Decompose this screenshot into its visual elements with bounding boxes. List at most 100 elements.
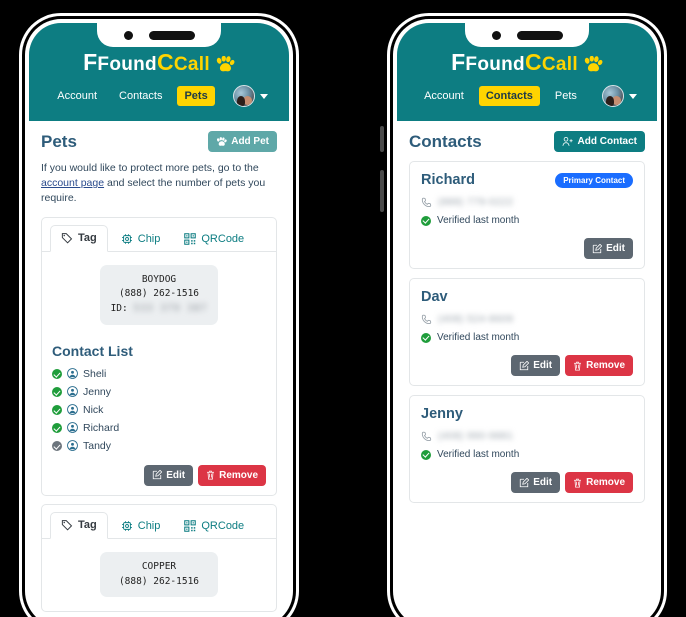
nav-item-account[interactable]: Account <box>50 86 104 106</box>
contact-name: Sheli <box>83 367 107 380</box>
edit-label: Edit <box>533 360 553 371</box>
contact-phone: (888) 779-0222 <box>438 197 514 208</box>
main-nav: Account Contacts Pets <box>29 80 289 113</box>
verified-text: Verified last month <box>437 215 520 226</box>
chevron-down-icon[interactable] <box>628 93 637 99</box>
edit-button[interactable]: Edit <box>511 472 561 493</box>
page-title: Contacts <box>409 131 482 151</box>
pet-tag-plate: COPPER (888) 262-1516 <box>100 551 218 598</box>
remove-label: Remove <box>586 360 625 371</box>
tab-qrcode-label: QRCode <box>201 232 245 245</box>
avatar[interactable] <box>601 85 624 107</box>
contact-card: Richard Primary Contact (888) 779-0222 V… <box>409 161 645 269</box>
edit-button[interactable]: Edit <box>144 464 194 486</box>
logo-text-found: Found <box>465 54 525 75</box>
tab-qrcode[interactable]: QRCode <box>173 513 255 539</box>
volume-up-button[interactable] <box>380 126 384 152</box>
tag-icon <box>61 519 73 531</box>
pet-card: Tag Chip <box>41 216 277 496</box>
qrcode-icon <box>184 232 197 245</box>
add-pet-button[interactable]: Add Pet <box>208 131 277 152</box>
pet-tag-phone: (888) 262-1516 <box>118 288 200 300</box>
contact-phone-row: (888) 779-0222 <box>421 197 633 208</box>
pet-card-actions: Edit Remove <box>42 459 276 495</box>
chip-icon <box>121 233 133 245</box>
add-contact-button[interactable]: Add Contact <box>553 131 645 152</box>
nav-item-pets[interactable]: Pets <box>548 86 584 106</box>
contacts-body: Contacts Add Contact Richard Primary Con… <box>397 121 657 503</box>
verified-check-icon <box>421 332 431 343</box>
contact-phone: (408) 524-8609 <box>438 314 514 325</box>
app-contacts: FFoundCCall Account Contacts Pets Contac… <box>397 23 657 617</box>
account-menu[interactable] <box>601 85 637 107</box>
phone-bezel-inner: FFoundCCall Acco <box>25 19 293 617</box>
speaker-icon <box>516 30 563 40</box>
account-page-link[interactable]: account page <box>41 177 104 189</box>
add-pet-label: Add Pet <box>231 136 269 147</box>
logo-text-call: Call <box>541 54 578 75</box>
tab-tag[interactable]: Tag <box>50 224 108 252</box>
tab-chip[interactable]: Chip <box>110 513 172 539</box>
tab-tag-label: Tag <box>78 231 97 244</box>
edit-label: Edit <box>606 243 625 254</box>
phone-bezel-mid: FFoundCCall Acco <box>22 16 296 617</box>
tab-chip[interactable]: Chip <box>110 226 172 252</box>
add-contact-label: Add Contact <box>577 136 637 147</box>
pets-description: If you would like to protect more pets, … <box>41 161 277 207</box>
pet-tag-phone: (888) 262-1516 <box>118 575 200 587</box>
nav-item-contacts[interactable]: Contacts <box>112 86 169 106</box>
list-item[interactable]: Tandy <box>52 437 266 455</box>
avatar[interactable] <box>232 85 255 107</box>
pet-tag-id-label: ID: <box>110 303 128 315</box>
phone-notch <box>465 23 589 47</box>
list-item[interactable]: Nick <box>52 401 266 419</box>
verified-text: Verified last month <box>437 332 520 343</box>
pets-body: Pets Add Pet If you would like to protec… <box>29 121 289 613</box>
remove-button[interactable]: Remove <box>565 355 633 376</box>
trash-icon <box>573 478 582 488</box>
contact-list-title: Contact List <box>52 342 133 359</box>
edit-icon <box>519 477 530 488</box>
remove-button[interactable]: Remove <box>198 464 266 486</box>
nav-item-pets[interactable]: Pets <box>177 86 215 106</box>
trash-icon <box>206 470 215 480</box>
pets-page-head: Pets Add Pet <box>41 131 277 152</box>
contact-phone-row: (408) 524-8609 <box>421 314 633 325</box>
tab-chip-label: Chip <box>137 519 161 532</box>
app-logo[interactable]: FFoundCCall <box>29 43 289 80</box>
phone-notch <box>97 23 221 47</box>
person-icon <box>67 404 78 416</box>
app-logo[interactable]: FFoundCCall <box>397 43 657 80</box>
page-title: Pets <box>41 131 77 151</box>
verified-row: Verified last month <box>421 449 633 460</box>
account-menu[interactable] <box>232 85 268 107</box>
contact-card-head: Jenny <box>421 406 633 422</box>
trash-icon <box>573 361 582 371</box>
person-icon <box>67 386 78 398</box>
list-item[interactable]: Sheli <box>52 365 266 383</box>
nav-item-contacts[interactable]: Contacts <box>478 86 540 106</box>
contact-name: Nick <box>83 403 104 416</box>
volume-down-button[interactable] <box>380 170 384 212</box>
tab-qrcode[interactable]: QRCode <box>173 226 255 252</box>
verified-check-icon <box>52 386 62 397</box>
edit-button[interactable]: Edit <box>584 238 633 259</box>
pet-tabs: Tag Chip QRCode <box>42 505 276 539</box>
tab-tag[interactable]: Tag <box>50 511 108 539</box>
main-nav: Account Contacts Pets <box>397 80 657 113</box>
pet-tag-id: ID: 533 379 387 <box>106 302 212 317</box>
edit-icon <box>152 470 163 480</box>
chevron-down-icon[interactable] <box>259 93 268 99</box>
nav-item-account[interactable]: Account <box>417 86 471 106</box>
list-item[interactable]: Jenny <box>52 383 266 401</box>
remove-label: Remove <box>586 477 625 488</box>
screenshot-stage: FFoundCCall Account Contacts Pets Pets A… <box>0 0 686 617</box>
contact-name: Richard <box>421 172 475 188</box>
edit-button[interactable]: Edit <box>511 355 561 376</box>
contact-list: Sheli Jenny Nick Richard Tandy <box>42 365 276 459</box>
list-item[interactable]: Richard <box>52 419 266 437</box>
contact-phone-row: (408) 990-9881 <box>421 431 633 442</box>
verified-check-icon <box>52 368 62 379</box>
phone-mockup-contacts: FFoundCCall Account Contacts Pets Contac… <box>380 8 672 617</box>
remove-button[interactable]: Remove <box>565 472 633 493</box>
